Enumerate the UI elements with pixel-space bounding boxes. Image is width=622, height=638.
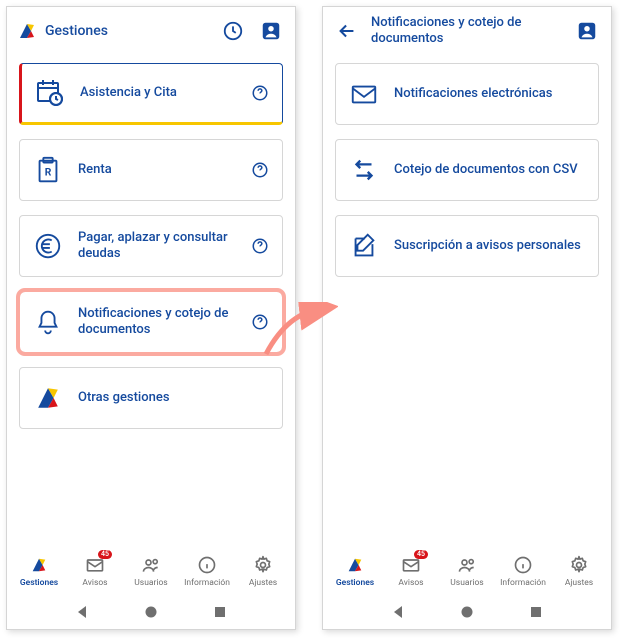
nav-informacion[interactable]: Información: [179, 554, 235, 588]
phone-right: Notificaciones y cotejo de documentos No…: [322, 6, 612, 630]
aeat-logo-icon: [17, 21, 37, 41]
nav-ajustes[interactable]: Ajustes: [235, 554, 291, 588]
card-label: Pagar, aplazar y consultar deudas: [78, 230, 236, 263]
gear-icon: [568, 554, 590, 576]
user-icon[interactable]: [257, 17, 285, 45]
bottom-nav: Gestiones 45 Avisos Usuarios Informac: [323, 545, 611, 597]
help-icon[interactable]: [250, 83, 270, 103]
home-circle-icon[interactable]: [144, 604, 158, 623]
nav-label: Usuarios: [134, 578, 167, 588]
clock-icon[interactable]: [219, 17, 247, 45]
envelope-icon: [348, 78, 380, 110]
page-title: Gestiones: [45, 23, 108, 39]
aeat-logo-icon: [344, 554, 366, 576]
info-icon: [196, 554, 218, 576]
android-nav: [323, 597, 611, 629]
back-triangle-icon[interactable]: [391, 604, 405, 623]
users-icon: [456, 554, 478, 576]
card-asistencia[interactable]: Asistencia y Cita: [19, 63, 283, 125]
card-label: Notificaciones electrónicas: [394, 86, 586, 102]
help-icon[interactable]: [250, 236, 270, 256]
recent-square-icon[interactable]: [213, 604, 227, 623]
card-label: Cotejo de documentos con CSV: [394, 162, 586, 178]
help-icon[interactable]: [250, 312, 270, 332]
card-label: Asistencia y Cita: [80, 85, 236, 101]
android-nav: [7, 597, 295, 629]
help-icon[interactable]: [250, 160, 270, 180]
card-list: Asistencia y Cita R Renta Pagar, aplaza: [7, 55, 295, 545]
edit-note-icon: [348, 230, 380, 262]
clipboard-r-icon: R: [32, 154, 64, 186]
mail-icon: 45: [84, 554, 106, 576]
mail-icon: 45: [400, 554, 422, 576]
nav-label: Gestiones: [20, 578, 58, 588]
back-arrow-icon[interactable]: [333, 17, 361, 45]
card-label: Otras gestiones: [78, 390, 270, 406]
card-pagar[interactable]: Pagar, aplazar y consultar deudas: [19, 215, 283, 277]
nav-label: Ajustes: [249, 578, 277, 588]
badge: 45: [414, 550, 428, 559]
swap-arrows-icon: [348, 154, 380, 186]
card-cotejo-csv[interactable]: Cotejo de documentos con CSV: [335, 139, 599, 201]
nav-informacion[interactable]: Información: [495, 554, 551, 588]
bell-icon: [32, 306, 64, 338]
nav-label: Gestiones: [336, 578, 374, 588]
nav-label: Información: [184, 578, 230, 588]
nav-usuarios[interactable]: Usuarios: [123, 554, 179, 588]
nav-usuarios[interactable]: Usuarios: [439, 554, 495, 588]
nav-gestiones[interactable]: Gestiones: [327, 554, 383, 588]
info-icon: [512, 554, 534, 576]
back-triangle-icon[interactable]: [75, 604, 89, 623]
svg-text:R: R: [45, 166, 52, 179]
home-circle-icon[interactable]: [460, 604, 474, 623]
nav-label: Avisos: [82, 578, 107, 588]
card-suscripcion[interactable]: Suscripción a avisos personales: [335, 215, 599, 277]
nav-label: Avisos: [398, 578, 423, 588]
card-otras[interactable]: Otras gestiones: [19, 367, 283, 429]
phone-left: Gestiones Asistencia y Cita: [6, 6, 296, 630]
nav-avisos[interactable]: 45 Avisos: [67, 554, 123, 588]
euro-icon: [32, 230, 64, 262]
nav-avisos[interactable]: 45 Avisos: [383, 554, 439, 588]
page-title: Notificaciones y cotejo de documentos: [371, 15, 563, 46]
topbar: Gestiones: [7, 7, 295, 55]
nav-label: Información: [500, 578, 546, 588]
nav-ajustes[interactable]: Ajustes: [551, 554, 607, 588]
aeat-logo-icon: [28, 554, 50, 576]
card-notif-electronicas[interactable]: Notificaciones electrónicas: [335, 63, 599, 125]
nav-gestiones[interactable]: Gestiones: [11, 554, 67, 588]
nav-label: Ajustes: [565, 578, 593, 588]
recent-square-icon[interactable]: [529, 604, 543, 623]
bottom-nav: Gestiones 45 Avisos Usuarios Informac: [7, 545, 295, 597]
nav-label: Usuarios: [450, 578, 483, 588]
calendar-clock-icon: [34, 77, 66, 109]
card-list: Notificaciones electrónicas Cotejo de do…: [323, 55, 611, 545]
card-label: Suscripción a avisos personales: [394, 238, 586, 254]
user-icon[interactable]: [573, 17, 601, 45]
card-notificaciones[interactable]: Notificaciones y cotejo de documentos: [19, 291, 283, 353]
topbar: Notificaciones y cotejo de documentos: [323, 7, 611, 55]
card-label: Renta: [78, 162, 236, 178]
card-renta[interactable]: R Renta: [19, 139, 283, 201]
card-label: Notificaciones y cotejo de documentos: [78, 306, 236, 339]
users-icon: [140, 554, 162, 576]
badge: 45: [98, 550, 112, 559]
gear-icon: [252, 554, 274, 576]
aeat-logo-icon: [32, 382, 64, 414]
